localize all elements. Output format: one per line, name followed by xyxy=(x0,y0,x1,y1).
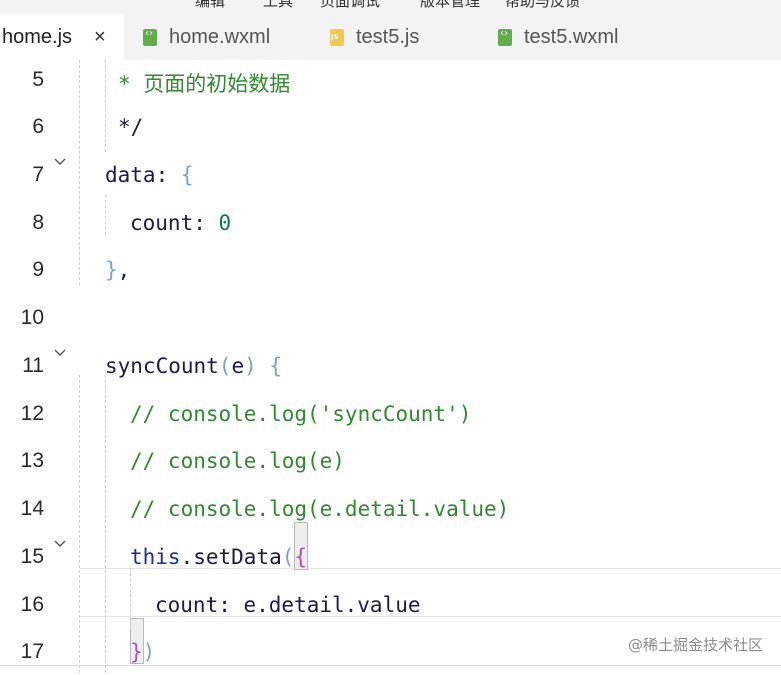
tab-label: home.wxml xyxy=(169,25,271,48)
code-line[interactable]: 6 */ xyxy=(0,103,781,150)
code-token: ( xyxy=(218,354,232,378)
line-number: 11 xyxy=(22,354,44,377)
line-number: 9 xyxy=(32,258,44,281)
code-token: ( xyxy=(281,545,295,569)
code-text: }) xyxy=(130,640,155,664)
menu-item-help[interactable]: 帮助与反馈 xyxy=(505,0,580,11)
code-text: // console.log(e.detail.value) xyxy=(130,497,509,521)
code-line[interactable]: 14 // console.log(e.detail.value) xyxy=(0,485,781,532)
code-editor[interactable]: 5 * 页面的初始数据 6 */7 data: {8 count: 0 9}, 10 11 syn… xyxy=(0,60,781,673)
js-file-icon xyxy=(330,28,344,46)
tab-label: home.js xyxy=(2,25,73,48)
line-number: 8 xyxy=(32,211,44,234)
code-text: syncCount(e) { xyxy=(105,354,282,378)
code-line[interactable]: 11 syncCount(e) { xyxy=(0,342,781,389)
code-token: e xyxy=(231,354,245,378)
code-token: ) xyxy=(142,640,156,664)
line-number: 12 xyxy=(20,402,44,425)
code-text: count: 0 xyxy=(130,211,231,235)
tab-home-wxml[interactable]: home.wxml xyxy=(143,14,318,60)
editor-tab-bar: home.js × home.wxml test5.js test5.wxml xyxy=(0,14,781,60)
code-text: */ xyxy=(118,115,143,139)
fold-chevron-icon[interactable] xyxy=(53,537,67,551)
tab-label: test5.wxml xyxy=(524,25,619,48)
line-number: 10 xyxy=(20,306,44,329)
divider xyxy=(0,665,781,666)
code-text: }, xyxy=(105,258,130,282)
code-line[interactable]: 13 // console.log(e) xyxy=(0,437,781,484)
fold-chevron-icon[interactable] xyxy=(53,155,67,169)
code-token: { xyxy=(180,163,194,187)
line-number: 15 xyxy=(20,545,44,568)
fold-chevron-icon[interactable] xyxy=(53,346,67,360)
menu-bar: 编辑 工具 页面调试 版本管理 帮助与反馈 xyxy=(0,0,781,14)
line-number: 14 xyxy=(20,497,44,520)
code-token: : e.detail.value xyxy=(218,593,421,617)
close-icon[interactable]: × xyxy=(94,26,106,49)
line-number: 13 xyxy=(20,449,44,472)
code-token: // console.log(e) xyxy=(130,449,345,473)
code-token: data xyxy=(105,163,156,187)
code-line[interactable]: 7 data: { xyxy=(0,151,781,198)
line-number: 5 xyxy=(32,68,44,91)
code-token: // console.log('syncCount') xyxy=(130,402,472,426)
code-token: ) xyxy=(244,354,257,378)
code-line[interactable]: 10 xyxy=(0,294,781,341)
menu-item-version[interactable]: 版本管理 xyxy=(420,0,480,11)
code-token: { xyxy=(269,354,283,378)
code-line[interactable]: 16 count: e.detail.value xyxy=(0,581,781,628)
code-token: , xyxy=(117,258,131,282)
watermark: @稀土掘金技术社区 xyxy=(627,636,763,654)
code-line[interactable]: 8 count: 0 xyxy=(0,199,781,246)
code-token: */ xyxy=(118,115,144,139)
code-token: } xyxy=(105,258,118,282)
code-token: syncCount xyxy=(105,354,219,378)
code-token: : xyxy=(193,211,219,235)
code-text: count: e.detail.value xyxy=(155,593,421,617)
code-text: * 页面的初始数据 xyxy=(118,68,290,98)
code-text: // console.log('syncCount') xyxy=(130,402,471,426)
code-line[interactable]: 12 // console.log('syncCount') xyxy=(0,390,781,437)
wxml-file-icon xyxy=(498,28,512,46)
code-token: } xyxy=(130,640,143,664)
code-token: .setData xyxy=(180,545,282,569)
tab-test5-js[interactable]: test5.js xyxy=(330,14,480,60)
code-line[interactable]: 15 this.setData({ xyxy=(0,533,781,580)
code-token: this xyxy=(130,545,181,569)
code-text: this.setData({ xyxy=(130,545,307,569)
line-number: 16 xyxy=(20,593,44,616)
code-token: count xyxy=(130,211,194,235)
code-text: // console.log(e) xyxy=(130,449,345,473)
tab-label: test5.js xyxy=(356,25,420,48)
menu-item-tools[interactable]: 工具 xyxy=(263,0,293,11)
tab-home-js[interactable]: home.js × xyxy=(0,14,124,60)
code-token: count xyxy=(155,593,219,617)
line-number: 7 xyxy=(32,163,44,186)
code-token: * 页面的初始数据 xyxy=(118,72,291,96)
code-token: : xyxy=(155,163,181,187)
code-text: data: { xyxy=(105,163,194,187)
line-number: 6 xyxy=(32,115,44,138)
menu-item-edit[interactable]: 编辑 xyxy=(195,0,225,11)
code-line[interactable]: 9}, xyxy=(0,246,781,293)
tab-test5-wxml[interactable]: test5.wxml xyxy=(498,14,678,60)
code-token: 0 xyxy=(218,211,232,235)
code-token: // console.log(e.detail.value) xyxy=(130,497,510,521)
menu-item-page-debug[interactable]: 页面调试 xyxy=(320,0,380,11)
code-token: { xyxy=(294,545,308,569)
wxml-file-icon xyxy=(143,28,157,46)
line-number: 17 xyxy=(20,640,44,663)
code-line[interactable]: 5 * 页面的初始数据 xyxy=(0,56,781,103)
